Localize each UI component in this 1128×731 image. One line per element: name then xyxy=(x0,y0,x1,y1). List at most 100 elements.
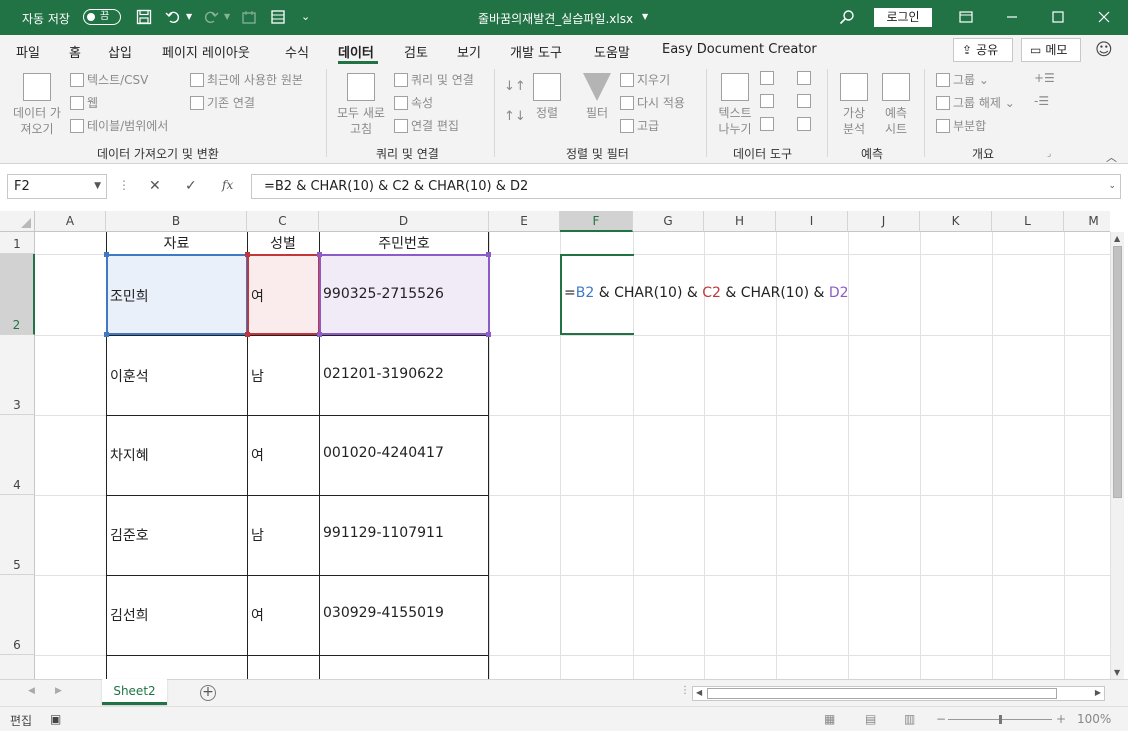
reapply-button[interactable]: 다시 적용 xyxy=(620,94,685,111)
hide-detail-icon[interactable]: -☰ xyxy=(1034,94,1049,108)
table-cell[interactable]: 001020-4240417 xyxy=(323,445,444,461)
table-cell[interactable]: 021201-3190622 xyxy=(323,366,444,382)
tab-home[interactable]: 홈 xyxy=(69,42,81,61)
edit-links-button[interactable]: 연결 편집 xyxy=(394,117,459,134)
table-cell[interactable]: 남 xyxy=(251,525,264,545)
row-header-1[interactable]: 1 xyxy=(0,232,35,254)
tab-file[interactable]: 파일 xyxy=(16,42,40,61)
column-header-f[interactable]: F xyxy=(560,211,633,232)
row-header-2[interactable]: 2 xyxy=(0,254,35,335)
column-header-c[interactable]: C xyxy=(247,211,319,232)
zoom-level[interactable]: 100% xyxy=(1077,712,1111,726)
table-cell[interactable]: 여 xyxy=(251,286,264,306)
undo-icon[interactable] xyxy=(164,8,182,26)
feedback-smiley-icon[interactable]: ☺ xyxy=(1095,40,1113,60)
clear-filter-button[interactable]: 지우기 xyxy=(620,71,670,88)
cell-edit-formula[interactable]: =B2 & CHAR(10) & C2 & CHAR(10) & D2 xyxy=(564,285,849,301)
properties-button[interactable]: 속성 xyxy=(394,94,433,111)
zoom-slider-thumb[interactable] xyxy=(999,715,1002,724)
next-sheet-icon[interactable]: ▶ xyxy=(55,686,62,696)
tab-review[interactable]: 검토 xyxy=(404,42,428,61)
column-header-m[interactable]: M xyxy=(1064,211,1110,232)
share-button[interactable]: ⇪ 공유 xyxy=(953,38,1013,62)
tab-formulas[interactable]: 수식 xyxy=(285,42,309,61)
column-header-j[interactable]: J xyxy=(848,211,920,232)
sheet-tab-sheet2[interactable]: Sheet2 xyxy=(102,679,167,705)
table-cell[interactable]: 030929-4155019 xyxy=(323,605,444,621)
table-cell[interactable]: 김선희 xyxy=(110,605,149,625)
vertical-scroll-thumb[interactable] xyxy=(1113,246,1122,498)
column-header-g[interactable]: G xyxy=(633,211,704,232)
expand-formula-bar-icon[interactable]: ⌄ xyxy=(1108,175,1116,198)
formula-input[interactable]: =B2 & CHAR(10) & C2 & CHAR(10) & D2 ⌄ xyxy=(251,174,1121,199)
column-header-k[interactable]: K xyxy=(920,211,992,232)
column-header-e[interactable]: E xyxy=(489,211,560,232)
name-box[interactable]: F2 ▼ xyxy=(7,174,107,199)
recent-sources-button[interactable]: 최근에 사용한 원본 xyxy=(190,71,303,88)
column-header-l[interactable]: L xyxy=(992,211,1064,232)
scroll-up-icon[interactable]: ▲ xyxy=(1114,234,1120,243)
relationships-icon[interactable] xyxy=(797,94,814,108)
tab-help[interactable]: 도움말 xyxy=(594,42,630,61)
customize-qat-icon[interactable]: ⌄ xyxy=(301,10,310,23)
page-break-view-icon[interactable]: ▥ xyxy=(904,712,915,726)
tab-view[interactable]: 보기 xyxy=(457,42,481,61)
sort-ascending-icon[interactable]: ↓↑ xyxy=(504,79,526,94)
memo-button[interactable]: ▭ 메모 xyxy=(1021,38,1081,62)
cancel-icon[interactable]: ✕ xyxy=(149,178,161,194)
row-header-5[interactable]: 5 xyxy=(0,495,35,575)
queries-connections-button[interactable]: 쿼리 및 연결 xyxy=(394,71,474,88)
from-text-csv-button[interactable]: 텍스트/CSV xyxy=(70,71,148,88)
vertical-scrollbar[interactable]: ▲ ▼ xyxy=(1110,232,1124,679)
outline-settings-icon[interactable]: ⌟ xyxy=(1047,149,1051,159)
data-model-icon[interactable] xyxy=(797,117,814,131)
table-cell[interactable]: 990325-2715526 xyxy=(323,286,444,302)
consolidate-icon[interactable] xyxy=(797,71,814,85)
autosave-toggle[interactable]: 끔 xyxy=(83,9,121,25)
tab-data[interactable]: 데이터 xyxy=(338,42,374,61)
zoom-in-icon[interactable]: + xyxy=(1056,712,1066,726)
refresh-all-button[interactable]: 모두 새로 고침 xyxy=(333,73,389,137)
close-icon[interactable] xyxy=(1095,8,1113,26)
worksheet-grid[interactable]: A B C D E F G H I J K L M 1 2 3 4 5 6 자료… xyxy=(0,211,1110,679)
accessibility-icon[interactable]: ▣ xyxy=(50,712,61,726)
horizontal-scroll-thumb[interactable] xyxy=(707,688,1057,699)
prev-sheet-icon[interactable]: ◀ xyxy=(28,686,35,696)
login-button[interactable]: 로그인 xyxy=(874,8,932,27)
new-sheet-icon[interactable] xyxy=(240,8,258,26)
remove-duplicates-icon[interactable] xyxy=(760,94,777,108)
from-web-button[interactable]: 웹 xyxy=(70,94,98,111)
sort-button[interactable]: 정렬 xyxy=(530,73,564,121)
scroll-left-icon[interactable]: ◀ xyxy=(696,688,702,697)
subtotal-button[interactable]: 부분합 xyxy=(936,117,986,134)
save-icon[interactable] xyxy=(135,8,153,26)
title-dropdown-icon[interactable]: ▼ xyxy=(642,12,648,21)
range-handle[interactable] xyxy=(245,332,250,337)
normal-view-icon[interactable]: ▦ xyxy=(824,712,835,726)
flash-fill-icon[interactable] xyxy=(760,71,777,85)
table-cell[interactable]: 이훈석 xyxy=(110,366,149,386)
range-handle[interactable] xyxy=(486,332,491,337)
text-to-columns-button[interactable]: 텍스트 나누기 xyxy=(712,73,758,137)
ribbon-display-icon[interactable] xyxy=(957,8,975,26)
select-all-corner[interactable] xyxy=(0,211,35,232)
zoom-out-icon[interactable]: − xyxy=(936,712,946,726)
form-icon[interactable] xyxy=(269,8,287,26)
sort-descending-icon[interactable]: ↑↓ xyxy=(504,109,526,124)
existing-connections-button[interactable]: 기존 연결 xyxy=(190,94,255,111)
advanced-filter-button[interactable]: 고급 xyxy=(620,117,659,134)
tab-developer[interactable]: 개발 도구 xyxy=(510,42,562,61)
table-cell[interactable]: 남 xyxy=(251,366,264,386)
row-header-3[interactable]: 3 xyxy=(0,335,35,415)
table-header-cell[interactable]: 자료 xyxy=(106,233,247,253)
insert-function-icon[interactable]: fx xyxy=(222,178,233,192)
row-header-4[interactable]: 4 xyxy=(0,415,35,495)
ungroup-button[interactable]: 그룹 해제 ⌄ xyxy=(936,94,1015,111)
search-icon[interactable] xyxy=(838,8,856,26)
tab-split-icon[interactable]: ⋮ xyxy=(680,685,690,696)
table-header-cell[interactable]: 주민번호 xyxy=(319,233,489,253)
range-handle[interactable] xyxy=(317,332,322,337)
scroll-right-icon[interactable]: ▶ xyxy=(1095,688,1101,697)
maximize-icon[interactable] xyxy=(1049,8,1067,26)
add-sheet-icon[interactable]: + xyxy=(200,685,216,701)
